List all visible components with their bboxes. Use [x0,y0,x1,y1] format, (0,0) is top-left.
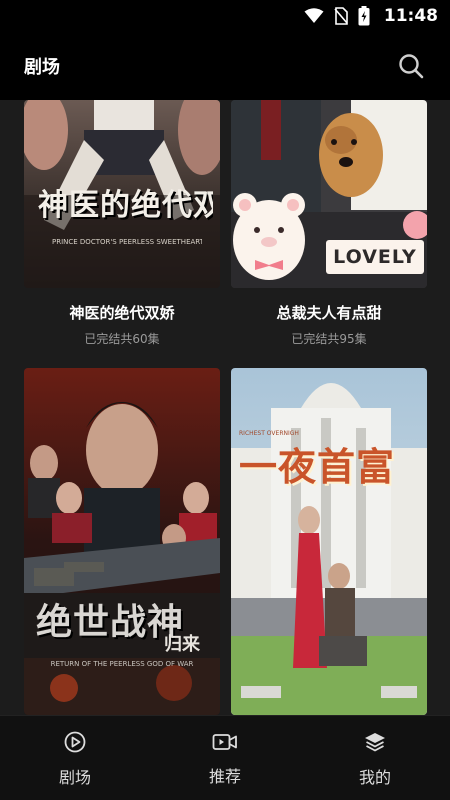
wifi-icon [304,8,324,23]
drama-poster[interactable]: 神医的绝代双娇 PRINCE DOCTOR'S PEERLESS SWEETHE… [24,100,220,288]
app-screen: 11:48 剧场 神医的绝代双 PRINCE DOCTOR'S PEERLESS… [0,0,450,800]
drama-poster[interactable]: 绝世战神 归来 RETURN OF THE PEERLESS GOD OF WA… [24,368,220,715]
layers-icon [365,732,385,751]
status-bar: 11:48 [0,0,450,32]
battery-charging-icon [358,6,370,26]
search-icon [399,54,424,79]
nav-label: 我的 [358,767,391,787]
app-header: 剧场 [0,32,450,100]
nav-label: 推荐 [208,766,241,786]
poster-title: 神医的绝代双娇 [38,188,213,223]
status-time: 11:48 [383,6,438,26]
poster-subtitle: RICHEST OVERNIGHT [239,430,299,437]
drama-status: 已完结共95集 [291,332,367,346]
nav-item-recommend[interactable]: 推荐 [150,716,300,800]
poster-subtitle: RETURN OF THE PEERLESS GOD OF WAR [50,660,194,668]
video-camera-icon [212,733,237,750]
nav-item-theater[interactable]: 剧场 [0,716,150,800]
drama-card[interactable]: 绝世战神 归来 RETURN OF THE PEERLESS GOD OF WA… [24,368,220,715]
poster-subtitle: PRINCE DOCTOR'S PEERLESS SWEETHEARTS [52,238,202,246]
nav-item-mine[interactable]: 我的 [300,716,450,800]
drama-grid: 神医的绝代双娇 PRINCE DOCTOR'S PEERLESS SWEETHE… [0,100,450,715]
poster-title-small: 归来 [164,634,200,655]
drama-poster[interactable]: 一夜首富 RICHEST OVERNIGHT [231,368,427,715]
nav-label: 剧场 [58,767,91,787]
drama-status: 已完结共60集 [84,332,160,346]
drama-poster[interactable]: LOVELY [231,100,427,288]
page-title: 剧场 [24,57,60,78]
bottom-navigation: 剧场 推荐 我的 [0,715,450,800]
poster-title: 一夜首富 [239,444,396,489]
search-button[interactable] [396,51,426,81]
drama-title: 总裁夫人有点甜 [276,304,382,322]
poster-badge: LOVELY [333,246,417,268]
no-sim-icon [334,7,348,25]
drama-card[interactable]: 一夜首富 RICHEST OVERNIGHT [231,368,427,715]
play-circle-icon [64,731,86,752]
drama-card[interactable]: LOVELY 总裁夫人有点甜 已完结共95集 [231,100,427,346]
drama-card[interactable]: 神医的绝代双娇 PRINCE DOCTOR'S PEERLESS SWEETHE… [24,100,220,346]
drama-title: 神医的绝代双娇 [69,304,175,322]
